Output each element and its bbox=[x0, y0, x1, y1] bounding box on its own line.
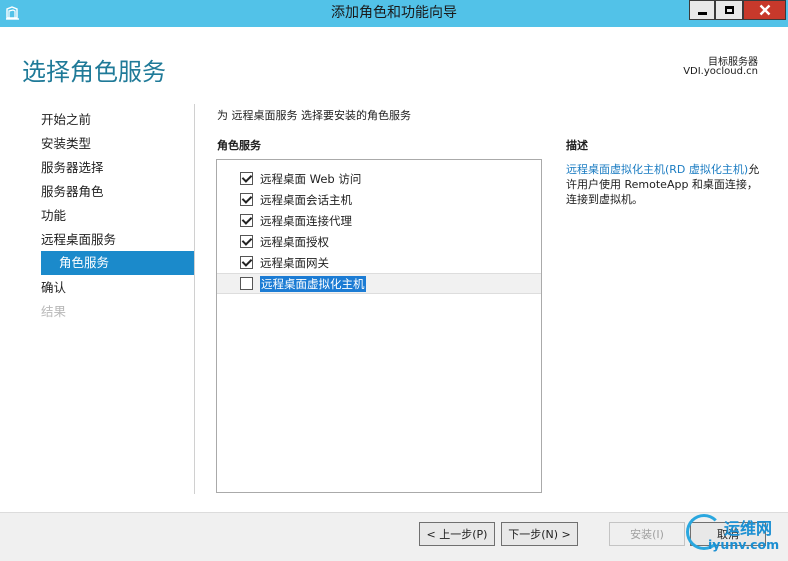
role-services-list[interactable]: 远程桌面 Web 访问 远程桌面会话主机 远程桌面连接代理 远程桌面授权 远程桌… bbox=[216, 159, 542, 493]
nav-item-confirmation[interactable]: 确认 bbox=[41, 276, 194, 300]
role-label: 远程桌面网关 bbox=[260, 255, 329, 270]
next-button[interactable]: 下一步(N) > bbox=[501, 522, 578, 546]
title-bar: 添加角色和功能向导 bbox=[0, 0, 788, 27]
cancel-button[interactable]: 取消 bbox=[690, 522, 766, 546]
nav-item-remote-desktop-services[interactable]: 远程桌面服务 bbox=[41, 228, 194, 252]
role-label: 远程桌面 Web 访问 bbox=[260, 171, 362, 186]
role-row-rd-virtualization-host[interactable]: 远程桌面虚拟化主机 bbox=[217, 273, 541, 294]
checkbox-rd-virtualization-host[interactable] bbox=[240, 277, 253, 290]
nav-item-features[interactable]: 功能 bbox=[41, 204, 194, 228]
role-row-rd-licensing[interactable]: 远程桌面授权 bbox=[217, 231, 541, 252]
description-link[interactable]: 远程桌面虚拟化主机(RD 虚拟化主机) bbox=[566, 163, 748, 176]
role-row-rd-session-host[interactable]: 远程桌面会话主机 bbox=[217, 189, 541, 210]
checkbox-rd-licensing[interactable] bbox=[240, 235, 253, 248]
nav-item-results: 结果 bbox=[41, 304, 67, 319]
minimize-icon bbox=[697, 11, 707, 15]
role-row-rd-web-access[interactable]: 远程桌面 Web 访问 bbox=[217, 168, 541, 189]
role-label: 远程桌面连接代理 bbox=[260, 213, 352, 228]
description-header: 描述 bbox=[566, 139, 588, 152]
role-row-rd-connection-broker[interactable]: 远程桌面连接代理 bbox=[217, 210, 541, 231]
role-label: 远程桌面授权 bbox=[260, 234, 329, 249]
checkbox-rd-web-access[interactable] bbox=[240, 172, 253, 185]
target-server-value: VDI.yocloud.cn bbox=[683, 66, 758, 77]
role-label: 远程桌面会话主机 bbox=[260, 192, 352, 207]
close-icon bbox=[759, 4, 770, 16]
nav-item-installation-type[interactable]: 安装类型 bbox=[41, 132, 194, 156]
nav-item-server-roles[interactable]: 服务器角色 bbox=[41, 180, 194, 204]
role-services-header: 角色服务 bbox=[217, 139, 261, 152]
window-title: 添加角色和功能向导 bbox=[331, 5, 457, 21]
minimize-button[interactable] bbox=[689, 0, 715, 20]
nav-item-before-you-begin[interactable]: 开始之前 bbox=[41, 108, 194, 132]
nav-divider bbox=[194, 104, 195, 494]
role-row-rd-gateway[interactable]: 远程桌面网关 bbox=[217, 252, 541, 273]
page-title: 选择角色服务 bbox=[22, 58, 166, 86]
role-label: 远程桌面虚拟化主机 bbox=[260, 275, 366, 292]
maximize-button[interactable] bbox=[715, 0, 743, 20]
checkbox-rd-gateway[interactable] bbox=[240, 256, 253, 269]
nav-item-server-selection[interactable]: 服务器选择 bbox=[41, 156, 194, 180]
close-button[interactable] bbox=[743, 0, 786, 20]
previous-button[interactable]: < 上一步(P) bbox=[419, 522, 495, 546]
instruction-text: 为 远程桌面服务 选择要安装的角色服务 bbox=[217, 109, 411, 122]
checkbox-rd-connection-broker[interactable] bbox=[240, 214, 253, 227]
description-text: 远程桌面虚拟化主机(RD 虚拟化主机)允许用户使用 RemoteApp 和桌面连… bbox=[566, 162, 766, 207]
install-button: 安装(I) bbox=[609, 522, 685, 546]
maximize-icon bbox=[724, 6, 734, 14]
checkbox-rd-session-host[interactable] bbox=[240, 193, 253, 206]
nav-item-role-services[interactable]: 角色服务 bbox=[41, 251, 194, 275]
